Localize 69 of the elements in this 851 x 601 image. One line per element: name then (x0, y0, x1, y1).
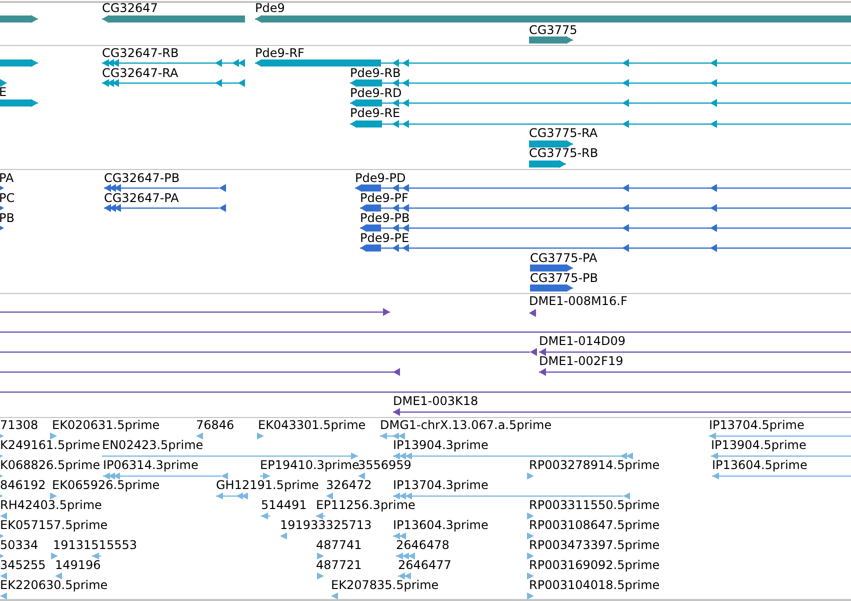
feature-label: 3556959 (358, 458, 412, 472)
feature-label: RP003311550.5prime (529, 498, 660, 512)
feature-label: Pde9-RE (350, 106, 400, 120)
feature-label: IP06314.3prime (103, 458, 198, 472)
feature-label: 846192 (0, 478, 46, 492)
feature-label: RP003108647.5prime (529, 518, 660, 532)
feature-label: 71308 (0, 418, 38, 432)
feature-label: EK207835.5prime (331, 578, 439, 592)
feature-label: IP13904.3prime (393, 438, 488, 452)
feature-label: DME1-003K18 (393, 394, 478, 408)
feature-label: E (0, 85, 7, 99)
feature-label: PB (0, 211, 14, 225)
feature-label: 19131515553 (53, 538, 137, 552)
feature-label: K068826.5prime (0, 458, 100, 472)
feature-label: 487741 (316, 538, 362, 552)
feature-label: PA (0, 171, 14, 185)
feature-label: Pde9-PF (360, 191, 408, 205)
feature-label: RP003473397.5prime (529, 538, 660, 552)
feature-label: IP13904.5prime (711, 438, 806, 452)
feature-label: EK020631.5prime (52, 418, 160, 432)
feature-label: 2646478 (396, 538, 450, 552)
feature-label: EK057157.5prime (0, 518, 108, 532)
feature-label: RP003104018.5prime (529, 578, 660, 592)
feature-label: 345255 (0, 558, 46, 572)
feature-label: PC (0, 191, 15, 205)
feature-label: CG32647-RA (102, 66, 178, 80)
feature-label: RP003169092.5prime (529, 558, 660, 572)
feature-label: IP13704.5prime (709, 418, 804, 432)
feature-label: 191933325713 (280, 518, 372, 532)
feature-label: CG32647-PA (104, 191, 179, 205)
feature-label: EN02423.5prime (102, 438, 204, 452)
feature-label: Pde9-RB (350, 66, 401, 80)
feature-label: CG3775-RA (529, 126, 598, 140)
feature-label: DME1-014D09 (539, 334, 626, 348)
feature-label: GH12191.5prime (216, 478, 319, 492)
feature-label: DME1-008M16.F (529, 294, 628, 308)
feature-label: 76846 (196, 418, 234, 432)
feature-label: K249161.5prime (0, 438, 100, 452)
feature-label: CG32647-RB (102, 46, 179, 60)
feature-label: 50334 (0, 538, 38, 552)
feature-label: 514491 (261, 498, 307, 512)
feature-label: Pde9-PB (360, 211, 410, 225)
feature-label: CG3775-PA (530, 251, 598, 265)
feature-label: Pde9-PE (360, 231, 410, 245)
feature-label: 326472 (326, 478, 372, 492)
feature-label: CG3775-PB (530, 271, 598, 285)
feature-label: Pde9-PD (355, 171, 406, 185)
feature-label: EK043301.5prime (258, 418, 366, 432)
feature-label: 149196 (55, 558, 101, 572)
feature-label: CG3775-RB (529, 146, 598, 160)
feature-label: EK065926.5prime (52, 478, 160, 492)
feature-label: Pde9-RF (255, 46, 304, 60)
feature-label: EK220630.5prime (0, 578, 108, 592)
feature-label: EP19410.3prime (260, 458, 360, 472)
feature-label: IP13704.3prime (393, 478, 488, 492)
feature-label: RH42403.5prime (0, 498, 102, 512)
feature-label: EP11256.3prime (316, 498, 416, 512)
feature-label: CG3775 (529, 23, 578, 37)
feature-label: CG32647-PB (104, 171, 180, 185)
feature-label: RP003278914.5prime (529, 458, 660, 472)
feature-label: Pde9 (255, 1, 285, 15)
feature-label: DME1-002F19 (539, 354, 624, 368)
feature-label: IP13604.3prime (393, 518, 488, 532)
feature-label: 2646477 (398, 558, 452, 572)
feature-label: IP13604.5prime (712, 458, 808, 472)
feature-label: Pde9-RD (350, 86, 402, 100)
feature-label: CG32647 (102, 1, 158, 15)
feature-label: 487721 (316, 558, 362, 572)
feature-label: DMG1-chrX.13.067.a.5prime (380, 418, 552, 432)
